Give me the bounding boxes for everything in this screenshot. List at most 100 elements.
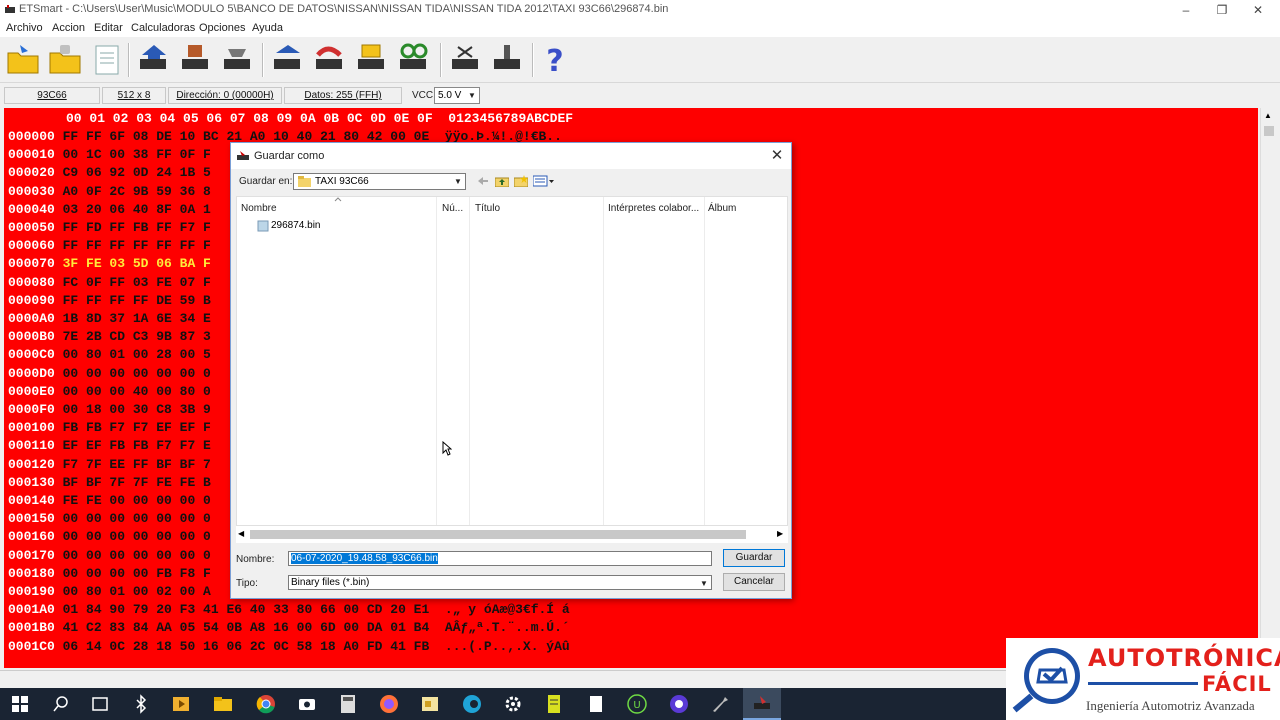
tool-icon[interactable]: [709, 693, 731, 715]
save-button[interactable]: Guardar: [723, 549, 785, 567]
hex-row-bytes: 00 00 00 00 00 00 0: [62, 365, 211, 381]
file-list[interactable]: Nombre Nú... Título Intérpretes colabor.…: [236, 196, 788, 526]
column-header-album[interactable]: Álbum: [708, 203, 736, 214]
menu-editar[interactable]: Editar: [94, 22, 123, 34]
hex-row[interactable]: 000140 FE FE 00 00 00 00 0: [8, 493, 211, 511]
browser-icon[interactable]: [668, 693, 690, 715]
close-button[interactable]: ✕: [1240, 0, 1276, 20]
menu-ayuda[interactable]: Ayuda: [252, 22, 283, 34]
settings-icon[interactable]: [502, 693, 524, 715]
scrollbar-thumb[interactable]: [1264, 126, 1274, 136]
calculator-icon[interactable]: [337, 693, 359, 715]
open-icon[interactable]: [4, 41, 42, 79]
hex-row[interactable]: 0001B0 41 C2 83 84 AA 05 54 0B A8 16 00 …: [8, 620, 570, 638]
hex-row[interactable]: 0001A0 01 84 90 79 20 F3 41 E6 40 33 80 …: [8, 602, 570, 620]
chip-erase-icon[interactable]: [218, 41, 256, 79]
help-icon[interactable]: ?: [536, 41, 574, 79]
toolbar-separator: [262, 43, 264, 77]
hex-row[interactable]: 000010 00 1C 00 38 FF 0F F: [8, 147, 211, 165]
chip-read-icon[interactable]: [134, 41, 172, 79]
hex-row[interactable]: 0000A0 1B 8D 37 1A 6E 34 E: [8, 311, 211, 329]
scroll-right-icon[interactable]: ▶: [777, 529, 783, 538]
chip-write-icon[interactable]: [176, 41, 214, 79]
column-header-number[interactable]: Nú...: [442, 203, 463, 214]
column-header-title[interactable]: Título: [475, 203, 500, 214]
hex-row[interactable]: 0000B0 7E 2B CD C3 9B 87 3: [8, 329, 211, 347]
address-label: Dirección: 0 (00000H): [168, 87, 282, 104]
hex-row[interactable]: 000070 3F FE 03 5D 06 BA F: [8, 256, 211, 274]
hex-row-address: 0001B0: [8, 620, 55, 636]
hex-row-bytes: 01 84 90 79 20 F3 41 E6 40 33 80 66 00 C…: [62, 602, 570, 618]
hex-row[interactable]: 000150 00 00 00 00 00 00 0: [8, 511, 211, 529]
hex-row[interactable]: 000090 FF FF FF FF DE 59 B: [8, 293, 211, 311]
chrome-icon[interactable]: [255, 693, 277, 715]
menu-archivo[interactable]: Archivo: [6, 22, 43, 34]
bluetooth-icon[interactable]: [130, 693, 152, 715]
hex-row[interactable]: 000100 FB FB F7 F7 EF EF F: [8, 420, 211, 438]
hex-row[interactable]: 000060 FF FF FF FF FF FF F: [8, 238, 211, 256]
chip-blank-icon[interactable]: [446, 41, 484, 79]
hex-row[interactable]: 000180 00 00 00 00 FB F8 F: [8, 566, 211, 584]
open-lock-icon[interactable]: [46, 41, 84, 79]
hex-row[interactable]: 0000D0 00 00 00 00 00 00 0: [8, 366, 211, 384]
hex-row[interactable]: 0001C0 06 14 0C 28 18 50 16 06 2C 0C 58 …: [8, 639, 570, 657]
chip-compare-icon[interactable]: [352, 41, 390, 79]
menu-opciones[interactable]: Opciones: [199, 22, 245, 34]
media-player-icon[interactable]: [170, 693, 192, 715]
file-name-input[interactable]: 06-07-2020_19.48.58_93C66.bin: [288, 551, 712, 566]
chip-search-icon[interactable]: [394, 41, 432, 79]
document-icon[interactable]: [88, 41, 126, 79]
hex-row[interactable]: 000080 FC 0F FF 03 FE 07 F: [8, 275, 211, 293]
camera-icon[interactable]: [296, 693, 318, 715]
scroll-up-icon[interactable]: ▲: [1264, 111, 1272, 120]
hex-row[interactable]: 0000F0 00 18 00 30 C8 3B 9: [8, 402, 211, 420]
taskbar-active-app[interactable]: [743, 688, 781, 720]
hex-row[interactable]: 000170 00 00 00 00 00 00 0: [8, 548, 211, 566]
firefox-icon[interactable]: [378, 693, 400, 715]
vcc-select[interactable]: 5.0 V ▼: [434, 87, 480, 104]
menu-accion[interactable]: Accion: [52, 22, 85, 34]
chip-type-label[interactable]: 93C66: [4, 87, 100, 104]
search-icon[interactable]: [50, 693, 72, 715]
file-type-select[interactable]: Binary files (*.bin) ▼: [288, 575, 712, 590]
horizontal-scrollbar[interactable]: ◀ ▶: [236, 526, 788, 543]
upwork-icon[interactable]: U: [626, 693, 648, 715]
up-folder-icon[interactable]: [495, 175, 509, 187]
menu-calculadoras[interactable]: Calculadoras: [131, 22, 195, 34]
folder-icon[interactable]: [419, 693, 441, 715]
view-menu-icon[interactable]: [533, 175, 555, 187]
chip-undo-icon[interactable]: [310, 41, 348, 79]
vertical-scrollbar[interactable]: ▲: [1260, 108, 1276, 668]
scroll-left-icon[interactable]: ◀: [238, 529, 244, 538]
notes-icon[interactable]: [543, 693, 565, 715]
maximize-button[interactable]: ❐: [1204, 0, 1240, 20]
windows-start-icon[interactable]: [9, 693, 31, 715]
hex-row[interactable]: 000160 00 00 00 00 00 00 0: [8, 529, 211, 547]
column-header-artists[interactable]: Intérpretes colabor...: [608, 203, 699, 214]
hex-row[interactable]: 0000E0 00 00 00 40 00 80 0: [8, 384, 211, 402]
document-icon[interactable]: [585, 693, 607, 715]
dialog-close-button[interactable]: ✕: [767, 146, 787, 166]
hex-row-address: 000110: [8, 438, 55, 454]
hex-row[interactable]: 0000C0 00 80 01 00 28 00 5: [8, 347, 211, 365]
hex-row[interactable]: 000130 BF BF 7F 7F FE FE B: [8, 475, 211, 493]
task-view-icon[interactable]: [89, 693, 111, 715]
hex-row[interactable]: 000030 A0 0F 2C 9B 59 36 8: [8, 184, 211, 202]
hex-row[interactable]: 000190 00 80 01 00 02 00 A: [8, 584, 211, 602]
hex-row[interactable]: 000120 F7 7F EE FF BF BF 7: [8, 457, 211, 475]
chip-verify-icon[interactable]: [268, 41, 306, 79]
edge-icon[interactable]: [461, 693, 483, 715]
hex-row[interactable]: 000110 EF EF FB FB F7 F7 E: [8, 438, 211, 456]
scrollbar-thumb[interactable]: [250, 530, 746, 539]
hex-row[interactable]: 000040 03 20 06 40 8F 0A 1: [8, 202, 211, 220]
new-folder-icon[interactable]: [514, 175, 528, 187]
back-arrow-icon[interactable]: [477, 176, 489, 186]
chip-cut-icon[interactable]: [488, 41, 526, 79]
hex-row[interactable]: 000050 FF FD FF FB FF F7 F: [8, 220, 211, 238]
cancel-button[interactable]: Cancelar: [723, 573, 785, 591]
save-in-select[interactable]: TAXI 93C66 ▼: [293, 173, 466, 190]
hex-row[interactable]: 000020 C9 06 92 0D 24 1B 5: [8, 165, 211, 183]
minimize-button[interactable]: –: [1168, 0, 1204, 20]
column-header-name[interactable]: Nombre: [241, 203, 277, 214]
file-explorer-icon[interactable]: [212, 693, 234, 715]
